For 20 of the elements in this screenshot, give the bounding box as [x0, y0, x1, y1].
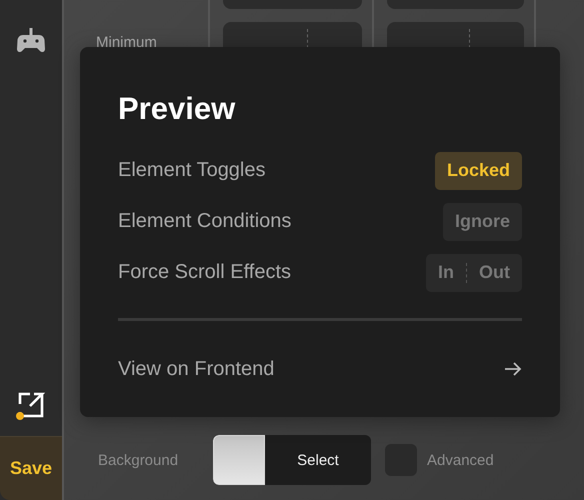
external-link-icon[interactable]	[16, 390, 46, 420]
gamepad-icon[interactable]	[17, 28, 45, 54]
background-label: Background	[98, 452, 180, 468]
setting-label: Element Conditions	[118, 210, 292, 233]
popover-title: Preview	[118, 91, 236, 127]
frontend-link[interactable]: View on Frontend	[118, 358, 274, 380]
segment-button[interactable]: In	[426, 254, 466, 292]
number-field[interactable]	[223, 0, 362, 9]
arrow-right-icon[interactable]	[504, 362, 522, 376]
save-button[interactable]: Save	[0, 436, 62, 500]
setting-label: Force Scroll Effects	[118, 261, 292, 284]
image-select-button[interactable]: Select	[213, 435, 371, 485]
color-swatch	[213, 435, 265, 485]
toggle-button[interactable]: Ignore	[442, 202, 522, 240]
advanced-label: Advanced	[427, 452, 494, 468]
field-label: Minimum	[96, 34, 157, 51]
setting-label: Element Toggles	[118, 159, 266, 182]
number-field[interactable]	[387, 0, 524, 9]
segment-button[interactable]: Out	[467, 254, 522, 292]
toggle-button[interactable]: Locked	[434, 152, 522, 190]
